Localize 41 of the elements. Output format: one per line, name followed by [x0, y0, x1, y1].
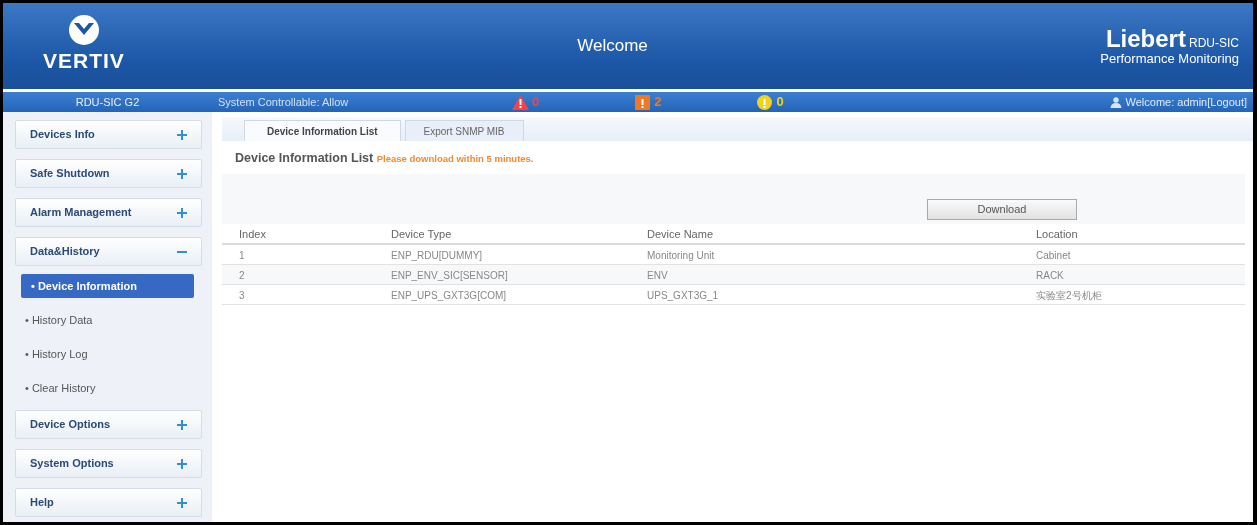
table-cell: ENV	[630, 265, 1019, 286]
table-cell: 2	[222, 265, 374, 286]
alarm-count: 0	[532, 93, 540, 112]
table-cell: UPS_GXT3G_1	[630, 285, 1019, 306]
sidebar-submenu-item[interactable]: • History Log	[15, 342, 202, 366]
column-header: Location	[1019, 223, 1245, 246]
logo-icon	[66, 15, 101, 46]
section-title: Device Information List	[235, 151, 374, 165]
column-header: Device Type	[374, 223, 630, 246]
tab[interactable]: Device Information List	[244, 120, 401, 141]
table-cell: 实验室2号机柜	[1019, 285, 1245, 306]
sidebar-submenu-item[interactable]: • Clear History	[15, 376, 202, 400]
sidebar-menu-button[interactable]: Devices Info	[15, 120, 202, 149]
welcome-logout-link[interactable]: Welcome: admin[Logout]	[1125, 93, 1247, 111]
table-cell: ENP_UPS_GXT3G[COM]	[374, 285, 630, 306]
brand-name: Liebert	[1105, 24, 1186, 52]
download-note: Please download within 5 minutes.	[376, 153, 534, 164]
alarm-count: 0	[776, 93, 784, 112]
controllable-status: System Controllable: Allow	[217, 94, 350, 110]
download-button[interactable]: Download	[927, 198, 1077, 220]
table-cell: 3	[222, 285, 374, 306]
table-cell: RACK	[1019, 265, 1245, 286]
table-cell: ENP_ENV_SIC[SENSOR]	[374, 265, 630, 286]
tab[interactable]: Export SNMP MIB	[404, 120, 524, 141]
sidebar-menu-button[interactable]: Safe Shutdown	[15, 159, 202, 188]
sidebar-submenu-item[interactable]: • History Data	[15, 308, 202, 332]
brand-subtitle: Performance Monitoring	[1100, 52, 1239, 67]
sidebar-submenu-item[interactable]: • Device Information	[21, 274, 194, 298]
sidebar-menu-button[interactable]: System Options	[15, 449, 202, 478]
column-header: Index	[222, 223, 374, 246]
sidebar-menu-button[interactable]: Device Options	[15, 410, 202, 439]
sidebar-menu-button[interactable]: Data&History	[15, 237, 202, 266]
sidebar-menu-button[interactable]: Alarm Management	[15, 198, 202, 227]
alarm-count: 2	[654, 93, 662, 112]
page-title: Welcome	[576, 35, 649, 58]
logo-text: VERTIV	[43, 48, 125, 75]
sidebar-menu-button[interactable]: Help	[15, 488, 202, 517]
brand-product: RDU-SIC	[1189, 35, 1239, 50]
user-icon	[1109, 96, 1122, 108]
device-model: RDU-SIC G2	[74, 94, 141, 110]
column-header: Device Name	[630, 223, 1019, 246]
